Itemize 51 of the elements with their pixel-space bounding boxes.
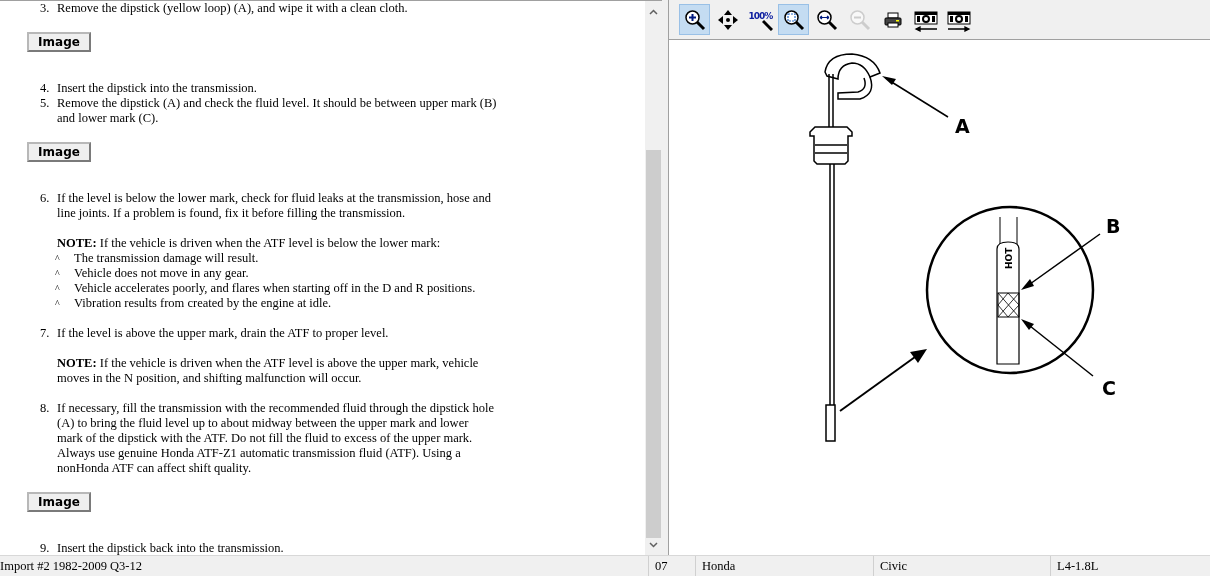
step-number: 5. xyxy=(40,96,51,112)
scroll-up-icon[interactable] xyxy=(649,9,658,15)
caret-mark: ^ xyxy=(55,282,61,296)
caret-mark: ^ xyxy=(55,252,61,266)
zoom-out-icon xyxy=(848,8,871,31)
callout-label: C xyxy=(1102,377,1116,399)
status-text: 07 xyxy=(648,556,695,576)
status-text: Import #2 1982-2009 Q3-12 xyxy=(0,558,143,574)
step-text: If the level is above the upper mark, drain the ATF to proper level. xyxy=(57,326,390,341)
step-text: Remove the dipstick (A) and check the fluid level. It should be between upper mark (B) and lower mark (C). xyxy=(57,96,497,126)
actual-size-button[interactable]: 100% xyxy=(745,4,776,35)
caret-mark: ^ xyxy=(55,297,61,311)
step-text: Insert the dipstick back into the transmission. xyxy=(57,541,285,555)
step-text: If necessary, fill the transmission with the recommended fluid through the dipstick hole (A) to bring the fluid level up to about midway between the upper mark and lower mark of the dipstick with the ATF. Do not fill the fluid to excess of the upper mark. Always use genuine Honda ATF-Z1 automatic transmission fluid (ATF). Using a nonHonda ATF can affect shift quality. xyxy=(57,401,495,476)
step-number: 9. xyxy=(40,541,51,555)
status-text: L4-1.8L xyxy=(1050,556,1210,576)
hot-mark-label: HOT xyxy=(1004,247,1014,269)
step-number: 3. xyxy=(40,1,51,16)
caret-mark: ^ xyxy=(55,267,61,281)
step-text: Insert the dipstick into the transmission. xyxy=(57,81,258,96)
note-text: NOTE: If the vehicle is driven when the ATF level is below the lower mark: xyxy=(57,236,442,251)
step-number: 8. xyxy=(40,401,51,417)
scrollbar[interactable] xyxy=(645,1,662,555)
zoom-in-icon xyxy=(683,8,706,31)
step-text: Remove the dipstick (yellow loop) (A), and wipe it with a clean cloth. xyxy=(57,1,409,16)
step-number: 4. xyxy=(40,81,51,96)
print-icon xyxy=(883,11,902,28)
note-text: NOTE: If the vehicle is driven when the ATF level is above the upper mark, vehicle moves in the N position, and shifting malfunction will occur. xyxy=(57,356,480,386)
callout-label: A xyxy=(955,115,970,137)
zoom-fit-button[interactable] xyxy=(778,4,809,35)
bullet-text: Vehicle does not move in any gear. xyxy=(74,266,250,281)
scrollbar-thumb[interactable] xyxy=(646,150,661,538)
status-text: Honda xyxy=(695,556,873,576)
leader-line xyxy=(882,76,949,118)
zoom-fit-icon xyxy=(782,8,805,31)
step-number: 6. xyxy=(40,191,51,207)
zoom-width-icon xyxy=(815,8,838,31)
bullet-text: Vehicle accelerates poorly, and flares when starting off in the D and R positions. xyxy=(74,281,477,296)
actual-size-label: 100% xyxy=(748,10,773,21)
bullet-text: The transmission damage will result. xyxy=(74,251,260,266)
callout-label: B xyxy=(1106,215,1121,237)
image-button[interactable]: Image xyxy=(27,142,91,162)
step-text: If the level is below the lower mark, check for fluid leaks at the transmission, hose and line joints. If a problem is found, fix it before filling the transmission. xyxy=(57,191,492,221)
step-number: 7. xyxy=(40,326,51,341)
zoom-in-button[interactable] xyxy=(679,4,710,35)
status-text: Civic xyxy=(873,556,1050,576)
image-button[interactable]: Image xyxy=(27,492,91,512)
bullet-text: Vibration results from created by the engine at idle. xyxy=(74,296,333,311)
image-button[interactable]: Image xyxy=(27,32,91,52)
scroll-down-icon[interactable] xyxy=(649,542,658,548)
pan-icon xyxy=(716,8,739,31)
